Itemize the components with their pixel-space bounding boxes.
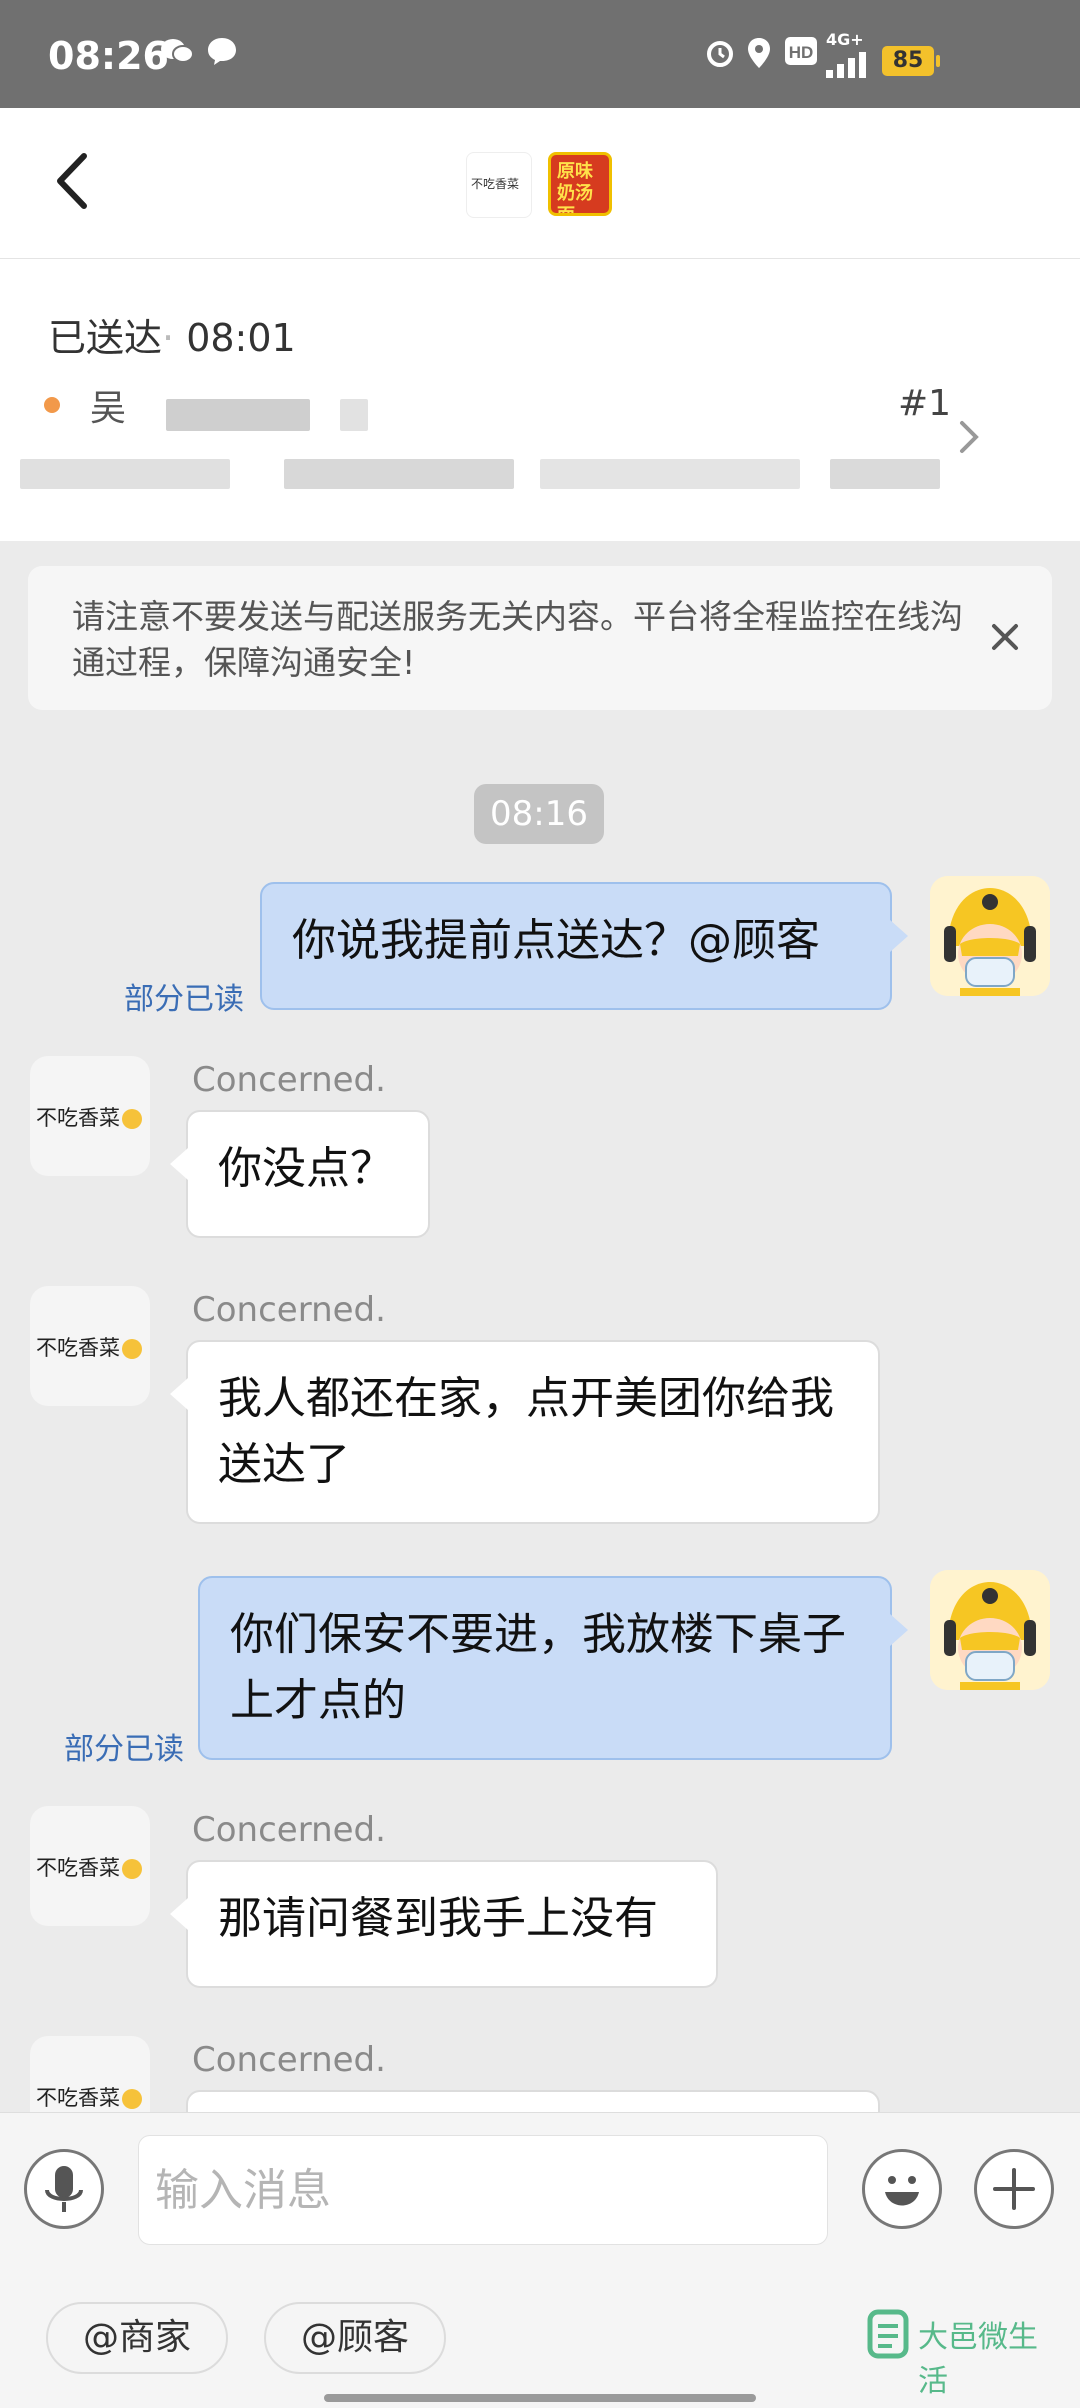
network-label: 4G+ [826, 30, 864, 49]
order-status: 已送达· 08:01 [48, 316, 296, 360]
status-dot [44, 397, 60, 413]
close-icon [992, 624, 1018, 650]
smile-emoji-icon [122, 1109, 142, 1129]
watermark: 大邑微生活 [866, 2306, 1056, 2399]
sender-name: Concerned. [192, 1060, 386, 1100]
watermark-logo-icon [867, 2309, 909, 2359]
svg-text:HD: HD [789, 43, 814, 62]
signal-icon [826, 46, 872, 78]
back-button[interactable] [44, 146, 104, 216]
redacted-address [830, 459, 940, 489]
emoji-button[interactable] [862, 2149, 942, 2229]
safety-notice: 请注意不要发送与配送服务无关内容。平台将全程监控在线沟通过程，保障沟通安全! [28, 566, 1052, 710]
customer-avatar[interactable]: 不吃香菜 [30, 1806, 150, 1926]
redacted-address [540, 459, 800, 489]
chevron-right-icon [960, 421, 979, 453]
mention-merchant-button[interactable]: @商家 [46, 2302, 228, 2374]
microphone-icon [45, 2166, 83, 2212]
customer-avatar[interactable]: 不吃香菜 [466, 152, 532, 218]
message-bubble-incoming[interactable]: 你没点？ [170, 1110, 430, 1238]
merchant-avatar[interactable]: 原味奶汤面 [548, 152, 612, 216]
smiley-icon [885, 2176, 919, 2206]
courier-helmet-icon [930, 876, 1050, 996]
customer-avatar[interactable]: 不吃香菜 [30, 1286, 150, 1406]
courier-avatar[interactable] [930, 1570, 1050, 1690]
status-bar: 08:26 HD 4G+ 85 [0, 0, 1080, 108]
home-indicator[interactable] [324, 2394, 756, 2402]
smile-emoji-icon [122, 1339, 142, 1359]
voice-input-button[interactable] [24, 2149, 104, 2229]
status-time: 08:26 [48, 34, 169, 78]
courier-avatar[interactable] [930, 876, 1050, 996]
plus-icon [993, 2168, 1035, 2210]
redacted-address [284, 459, 514, 489]
message-bubble-outgoing[interactable]: 你说我提前点送达？@顾客 [260, 882, 908, 1010]
message-icon [206, 36, 238, 74]
smile-emoji-icon [122, 1859, 142, 1879]
redacted-text [340, 399, 368, 431]
order-number: #1 [898, 383, 952, 424]
watermark-text: 大邑微生活 [918, 2320, 1038, 2399]
read-status: 部分已读 [124, 982, 244, 1017]
smile-emoji-icon [122, 2089, 142, 2109]
message-input[interactable] [138, 2135, 828, 2245]
redacted-address [20, 459, 230, 489]
notice-text: 请注意不要发送与配送服务无关内容。平台将全程监控在线沟通过程，保障沟通安全! [72, 597, 963, 682]
chat-timestamp: 08:16 [474, 784, 604, 844]
close-notice-button[interactable] [980, 612, 1030, 662]
courier-helmet-icon [930, 1570, 1050, 1690]
quick-mention-bar: @商家 @顾客 大邑微生活 [0, 2270, 1080, 2408]
more-options-button[interactable] [974, 2149, 1054, 2229]
message-bubble-outgoing[interactable]: 你们保安不要进，我放楼下桌子上才点的 [198, 1576, 908, 1760]
message-bubble-incoming[interactable]: 那请问餐到我手上没有 [170, 1860, 718, 1988]
order-card[interactable]: 已送达· 08:01 吴 #1 [0, 259, 1080, 541]
sender-name: Concerned. [192, 2040, 386, 2080]
sender-name: Concerned. [192, 1810, 386, 1850]
hd-icon: HD [784, 36, 818, 74]
alarm-icon [704, 36, 736, 76]
sender-name: Concerned. [192, 1290, 386, 1330]
nav-bar: 不吃香菜 原味奶汤面 [0, 108, 1080, 259]
back-arrow-icon [57, 153, 87, 209]
location-icon [746, 36, 772, 78]
customer-avatar[interactable]: 不吃香菜 [30, 1056, 150, 1176]
battery-indicator: 85 [882, 46, 940, 76]
customer-name: 吴 [90, 388, 127, 429]
wechat-icon [160, 36, 194, 74]
message-composer [0, 2112, 1080, 2271]
redacted-text [166, 399, 310, 431]
read-status: 部分已读 [64, 1732, 184, 1767]
mention-customer-button[interactable]: @顾客 [264, 2302, 446, 2374]
message-bubble-incoming[interactable]: 我人都还在家，点开美团你给我送达了 [170, 1340, 880, 1524]
